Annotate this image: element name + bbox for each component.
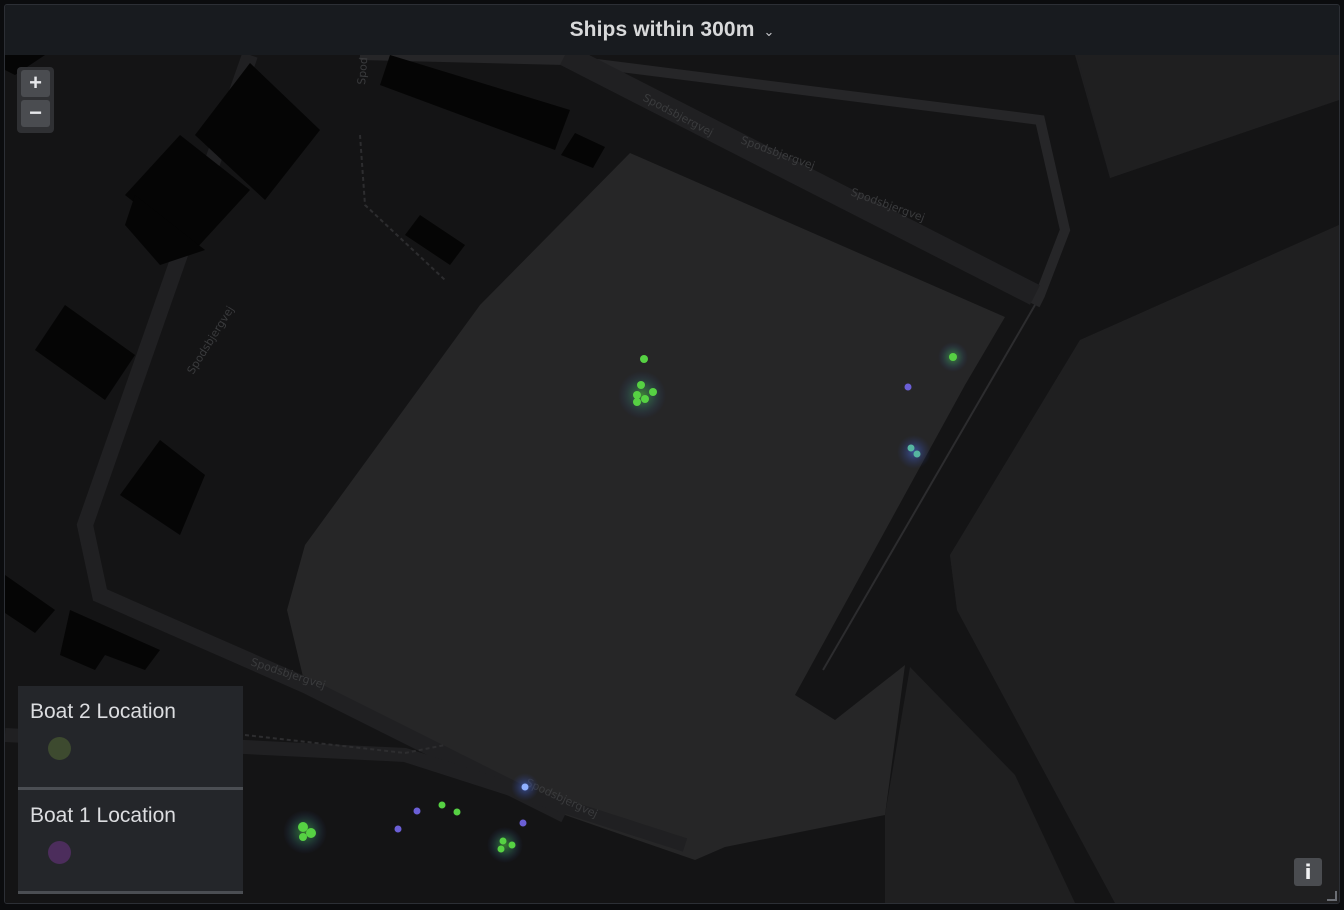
- legend-color-swatch: [48, 841, 71, 864]
- chevron-down-icon: ⌄: [763, 24, 775, 39]
- panel-title: Ships within 300m: [569, 18, 755, 41]
- legend-label: Boat 1 Location: [30, 804, 176, 827]
- legend-label: Boat 2 Location: [30, 700, 176, 723]
- legend-color-swatch: [48, 737, 71, 760]
- map-view[interactable]: Spodsbjergvej Spodsbjergvej Spodsbjergve…: [5, 55, 1339, 903]
- legend-item-boat1: Boat 1 Location: [18, 790, 243, 894]
- zoom-controls: + −: [17, 67, 54, 133]
- map-panel: Ships within 300m ⌄ Spodsbjergvej Spodsb…: [4, 4, 1340, 904]
- street-label: Spod: [355, 57, 370, 86]
- resize-handle-icon[interactable]: [1327, 891, 1337, 901]
- panel-header: Ships within 300m ⌄: [5, 5, 1339, 56]
- panel-title-menu[interactable]: Ships within 300m ⌄: [570, 18, 775, 42]
- info-button[interactable]: i: [1294, 858, 1322, 886]
- legend-item-boat2: Boat 2 Location: [18, 686, 243, 790]
- zoom-out-button[interactable]: −: [21, 100, 50, 127]
- zoom-in-button[interactable]: +: [21, 70, 50, 97]
- legend-divider: [18, 891, 243, 894]
